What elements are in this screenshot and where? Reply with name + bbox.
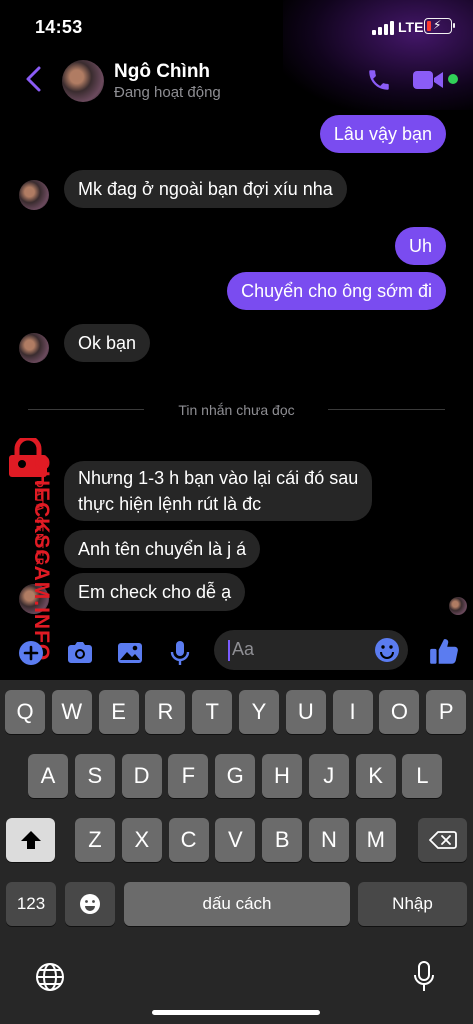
contact-name[interactable]: Ngô Chình (114, 61, 210, 83)
emoji-keyboard-icon (80, 894, 100, 914)
gallery-icon[interactable] (115, 638, 145, 668)
home-indicator[interactable] (152, 1010, 320, 1015)
network-label: LTE (398, 19, 424, 35)
message-line: thực hiện lệnh rút là đc (78, 494, 262, 514)
sender-avatar[interactable] (19, 180, 49, 210)
back-arrow-icon[interactable] (22, 64, 46, 94)
message-bubble[interactable]: Anh tên chuyển là j á (64, 530, 261, 568)
key-g[interactable]: G (215, 754, 256, 798)
battery-cap (453, 23, 455, 28)
return-key[interactable]: Nhập (358, 882, 467, 926)
key-b[interactable]: B (262, 818, 303, 862)
key-l[interactable]: L (402, 754, 443, 798)
message-bubble[interactable]: Ok bạn (64, 324, 151, 362)
key-u[interactable]: U (285, 690, 326, 734)
message-bubble[interactable]: Lâu vậy bạn (319, 115, 446, 153)
key-h[interactable]: H (262, 754, 302, 798)
key-e[interactable]: E (98, 690, 139, 734)
key-i[interactable]: I (332, 690, 373, 734)
emoji-key[interactable] (65, 882, 115, 926)
thumbs-up-icon[interactable] (428, 635, 460, 667)
key-y[interactable]: Y (239, 690, 279, 734)
dictation-mic-icon[interactable] (412, 960, 436, 994)
contact-status: Đang hoạt động (114, 84, 221, 101)
backspace-key[interactable] (418, 818, 467, 862)
signal-icon (372, 21, 396, 35)
key-m[interactable]: M (355, 818, 396, 862)
key-v[interactable]: V (215, 818, 256, 862)
key-n[interactable]: N (309, 818, 349, 862)
unread-divider-label: Tin nhắn chưa đọc (0, 402, 473, 418)
message-list[interactable]: Lâu vậy bạn Mk đag ở ngoài bạn đợi xíu n… (0, 110, 473, 628)
key-j[interactable]: J (308, 754, 349, 798)
message-bubble[interactable]: Mk đag ở ngoài bạn đợi xíu nha (64, 170, 347, 208)
globe-icon[interactable] (34, 961, 66, 993)
online-indicator (448, 74, 458, 84)
shift-icon (20, 831, 41, 849)
key-t[interactable]: T (192, 690, 233, 734)
key-q[interactable]: Q (5, 690, 45, 734)
key-r[interactable]: R (145, 690, 186, 734)
key-w[interactable]: W (51, 690, 92, 734)
text-caret (228, 640, 230, 661)
video-call-icon[interactable] (412, 69, 444, 91)
key-c[interactable]: C (168, 818, 209, 862)
numbers-key[interactable]: 123 (6, 882, 56, 926)
message-bubble[interactable]: Uh (394, 227, 446, 265)
message-bubble[interactable]: Em check cho dễ ạ (64, 573, 246, 611)
chat-header: Ngô Chình Đang hoạt động (0, 52, 473, 110)
message-bubble[interactable]: Chuyển cho ông sớm đi (227, 272, 446, 310)
key-z[interactable]: Z (75, 818, 115, 862)
key-f[interactable]: F (168, 754, 209, 798)
status-bar: 14:53 LTE ⚡ (0, 0, 473, 52)
space-key[interactable]: dấu cách (124, 882, 350, 926)
shift-key[interactable] (6, 818, 55, 862)
backspace-icon (428, 831, 457, 849)
seen-receipt-avatar (449, 597, 467, 615)
camera-icon[interactable] (65, 638, 95, 668)
key-o[interactable]: O (379, 690, 420, 734)
message-bubble-multiline[interactable]: Nhưng 1-3 h bạn vào lại cái đó sau thực … (64, 461, 373, 521)
key-s[interactable]: S (74, 754, 115, 798)
message-input-placeholder: Aa (232, 639, 255, 659)
message-input[interactable]: Aa (214, 630, 408, 670)
key-p[interactable]: P (426, 690, 467, 734)
key-x[interactable]: X (121, 818, 162, 862)
message-line: Nhưng 1-3 h bạn vào lại cái đó sau (78, 468, 359, 488)
sender-avatar[interactable] (19, 333, 49, 363)
key-k[interactable]: K (355, 754, 396, 798)
key-d[interactable]: D (121, 754, 162, 798)
composer-bar: Aa (0, 628, 473, 680)
contact-avatar[interactable] (62, 60, 104, 102)
phone-call-icon[interactable] (366, 67, 392, 93)
status-time: 14:53 (35, 17, 83, 37)
microphone-icon[interactable] (165, 638, 195, 668)
emoji-icon[interactable] (374, 637, 400, 663)
key-a[interactable]: A (28, 754, 68, 798)
keyboard: QWERTYUIOP ASDFGHJKL ZXCVBNM 123 dấu các… (0, 680, 473, 1024)
battery-icon: ⚡ (424, 18, 452, 34)
plus-icon[interactable] (16, 638, 46, 668)
